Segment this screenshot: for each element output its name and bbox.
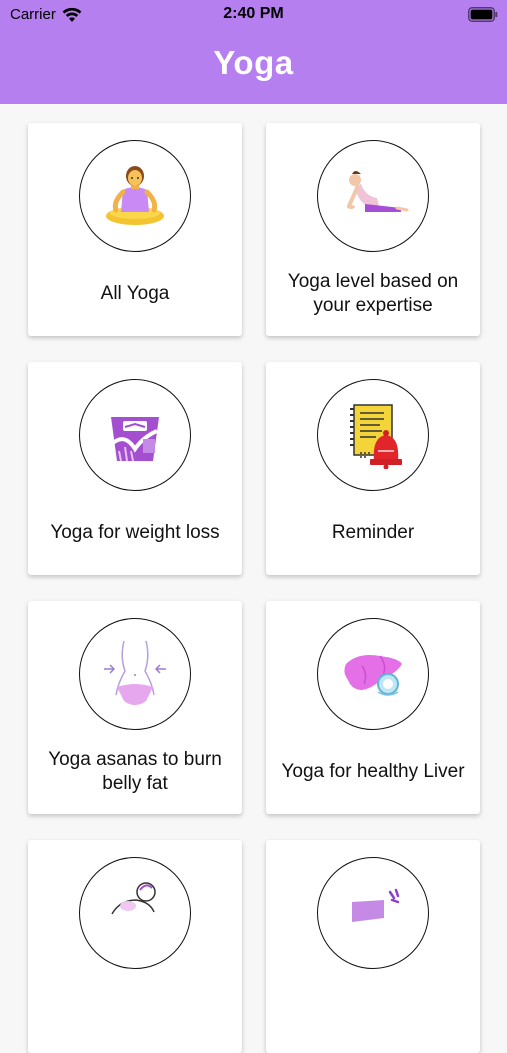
card-yoga-level[interactable]: Yoga level based on your expertise: [266, 123, 480, 336]
card-icon-circle: [79, 618, 191, 730]
mother-baby-icon: [111, 882, 156, 915]
card-label: [36, 980, 234, 1042]
status-time: 2:40 PM: [223, 5, 284, 22]
card-label: All Yoga: [100, 283, 170, 304]
card-icon-circle: [79, 857, 191, 969]
yoga-mat-icon: [352, 888, 400, 922]
card-label: Yoga for healthy Liver: [281, 761, 465, 782]
card-label: Yoga level based on your expertise: [287, 271, 459, 316]
card-icon-circle: [79, 140, 191, 252]
status-bar: Carrier 2:40 PM: [0, 0, 507, 30]
card-label: Yoga asanas to burn belly fat: [48, 749, 222, 794]
app-header: Carrier 2:40 PM Yoga: [0, 0, 507, 104]
weighing-scale-icon: [111, 417, 159, 462]
card-label: Yoga for weight loss: [50, 522, 220, 543]
page-title: Yoga: [213, 44, 294, 81]
card-belly-fat[interactable]: Yoga asanas to burn belly fat: [28, 601, 242, 814]
reminder-notepad-bell-icon: [350, 404, 402, 469]
card-icon-circle: [317, 379, 429, 491]
meditating-woman-icon: [106, 166, 164, 225]
card-icon-circle: [79, 379, 191, 491]
battery-icon: [468, 7, 498, 22]
card-icon-circle: [317, 618, 429, 730]
card-label: Reminder: [331, 522, 415, 543]
card-mother-baby[interactable]: [28, 840, 242, 1053]
card-label: [274, 980, 472, 1042]
card-weight-loss[interactable]: Yoga for weight loss: [28, 362, 242, 575]
cobra-pose-icon: [347, 171, 409, 212]
card-reminder[interactable]: Reminder: [266, 362, 480, 575]
waist-icon: [104, 640, 166, 705]
card-healthy-liver[interactable]: Yoga for healthy Liver: [266, 601, 480, 814]
card-icon-circle: [317, 140, 429, 252]
card-icon-circle: [317, 857, 429, 969]
liver-icon: [344, 655, 402, 696]
card-all-yoga[interactable]: All Yoga: [28, 123, 242, 336]
card-yoga-mat[interactable]: [266, 840, 480, 1053]
